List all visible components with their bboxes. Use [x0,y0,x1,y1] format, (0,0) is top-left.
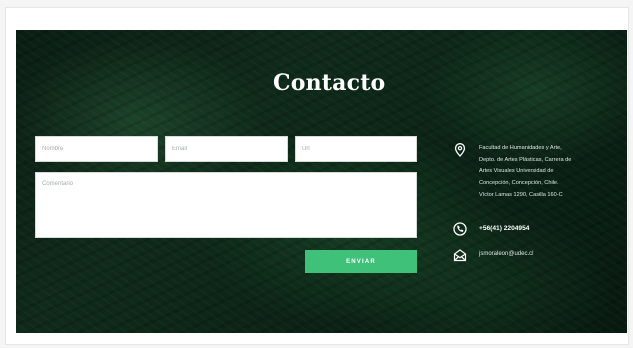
name-input[interactable] [35,136,158,162]
contact-address: Facultad de Humanidades y Arte, Depto. d… [479,143,607,202]
address-line: Concepción, Concepción, Chile. [479,180,559,187]
phone-icon [453,222,467,236]
email-input[interactable] [165,136,288,162]
contact-phone: +56(41) 2204954 [479,225,530,232]
address-line: Depto. de Artes Plásticas, Carrera de [479,156,572,163]
send-button[interactable]: ENVIAR [305,250,417,273]
envelope-icon [453,248,467,262]
location-pin-icon [454,143,466,157]
contact-email[interactable]: jsmoraleon@udec.cl [479,251,533,257]
address-line: Víctor Lamas 1290, Casilla 160-C [479,191,563,198]
address-line: Facultad de Humanidades y Arte, [479,145,562,151]
url-input[interactable] [295,136,417,162]
address-line: Artes Visuales Universidad de [479,168,554,175]
comment-textarea[interactable] [35,172,417,238]
section-title: Contacto [273,70,386,96]
